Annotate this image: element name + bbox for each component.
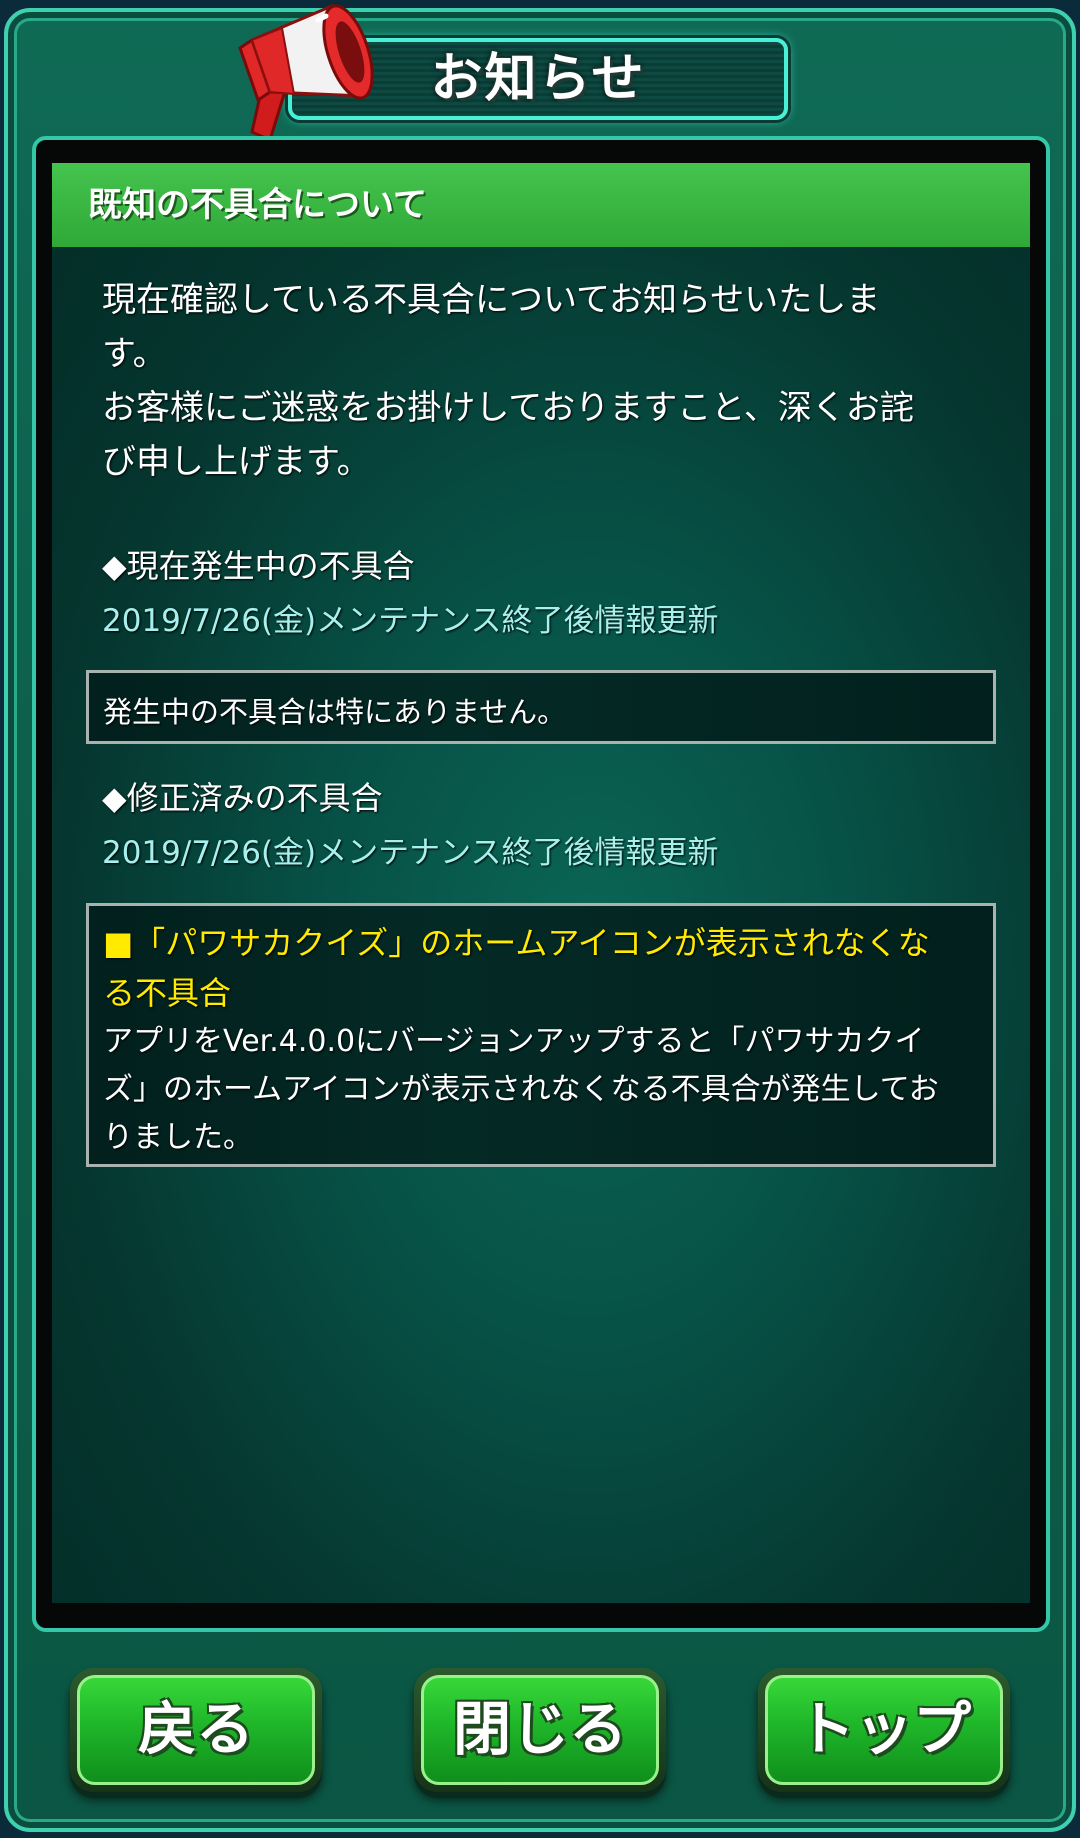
megaphone-icon — [238, 3, 374, 143]
fixed-issue-item: ■「パワサカクイズ」のホームアイコンが表示されなくな る不具合 アプリをVer.… — [86, 903, 996, 1167]
fixed-issue-body-line: りました。 — [103, 1120, 253, 1155]
fixed-issues-title: ◆修正済みの不具合 — [102, 779, 383, 817]
fixed-issue-body-line: ズ」のホームアイコンが表示されなくなる不具合が発生してお — [103, 1072, 939, 1107]
current-issues-date: 2019/7/26(金)メンテナンス終了後情報更新 — [102, 603, 719, 639]
fixed-issue-title-line: ■「パワサカクイズ」のホームアイコンが表示されなくな — [103, 924, 930, 962]
top-button-label: トップ — [765, 1675, 1003, 1785]
fixed-issue-title-line: る不具合 — [103, 974, 232, 1012]
current-issues-title: ◆現在発生中の不具合 — [102, 547, 415, 585]
fixed-issue-body-line: アプリをVer.4.0.0にバージョンアップすると「パワサカクイ — [103, 1024, 925, 1059]
close-button[interactable]: 閉じる — [414, 1668, 666, 1792]
intro-text: 現在確認している不具合についてお知らせいたしま す。 お客様にご迷惑をお掛けして… — [102, 273, 992, 489]
intro-line: び申し上げます。 — [102, 442, 371, 482]
current-issues-box: 発生中の不具合は特にありません。 — [86, 670, 996, 744]
intro-line: お客様にご迷惑をお掛けしておりますこと、深くお詫 — [102, 388, 914, 428]
panel-header-title: 既知の不具合について — [88, 185, 427, 225]
fixed-issues-date: 2019/7/26(金)メンテナンス終了後情報更新 — [102, 835, 719, 871]
top-button[interactable]: トップ — [758, 1668, 1010, 1792]
current-issues-box-text: 発生中の不具合は特にありません。 — [103, 695, 567, 729]
back-button[interactable]: 戻る — [70, 1668, 322, 1792]
intro-line: す。 — [102, 334, 167, 374]
back-button-label: 戻る — [77, 1675, 315, 1785]
panel-header: 既知の不具合について — [52, 163, 1030, 247]
content-panel[interactable]: 既知の不具合について 現在確認している不具合についてお知らせいたしま す。 お客… — [52, 163, 1030, 1603]
intro-line: 現在確認している不具合についてお知らせいたしま — [102, 280, 881, 320]
close-button-label: 閉じる — [421, 1675, 659, 1785]
